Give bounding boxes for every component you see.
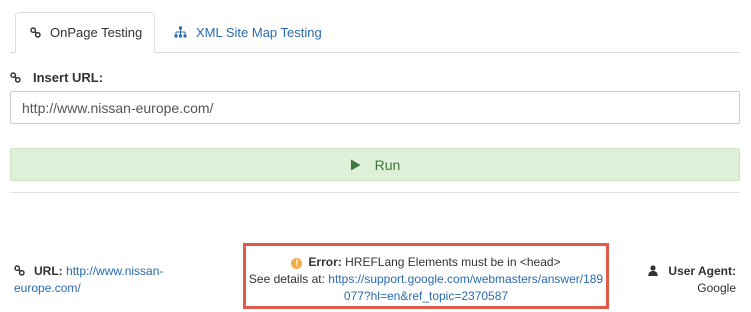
error-message-box: ! Error: HREFLang Elements must be in <he… <box>243 243 609 309</box>
warning-icon: ! <box>291 258 303 269</box>
error-line: ! Error: HREFLang Elements must be in <he… <box>246 254 606 271</box>
tab-bar: OnPage Testing XML Site Map Testing <box>10 12 740 53</box>
details-line: See details at: https://support.google.c… <box>246 271 606 305</box>
tab-xml-sitemap-label: XML Site Map Testing <box>196 24 322 40</box>
error-label: Error: <box>308 255 342 269</box>
insert-url-label-text: Insert URL: <box>33 70 104 85</box>
result-url-label: URL: <box>34 264 63 278</box>
tab-onpage-testing-label: OnPage Testing <box>50 25 143 40</box>
insert-url-label: Insert URL: <box>10 70 103 85</box>
user-agent-label: User Agent: <box>668 264 736 278</box>
run-button-label: Run <box>374 156 401 173</box>
user-agent-value: Google <box>697 281 736 295</box>
result-url: URL: http://www.nissan-europe.com/ <box>14 263 224 297</box>
error-text: HREFLang Elements must be in <head> <box>345 255 561 269</box>
url-input[interactable] <box>10 91 740 124</box>
user-icon <box>648 265 659 276</box>
tab-onpage-testing[interactable]: OnPage Testing <box>15 12 155 53</box>
run-button[interactable]: Run <box>10 148 740 181</box>
link-icon <box>10 72 21 83</box>
tab-xml-sitemap-testing[interactable]: XML Site Map Testing <box>170 12 340 52</box>
details-prefix: See details at: <box>248 272 325 286</box>
play-icon <box>350 159 361 170</box>
link-icon <box>14 265 25 276</box>
details-link[interactable]: https://support.google.com/webmasters/an… <box>328 272 603 303</box>
link-icon <box>30 27 41 38</box>
sitemap-icon <box>174 26 187 38</box>
divider <box>10 192 740 193</box>
user-agent: User Agent: Google <box>606 263 736 297</box>
